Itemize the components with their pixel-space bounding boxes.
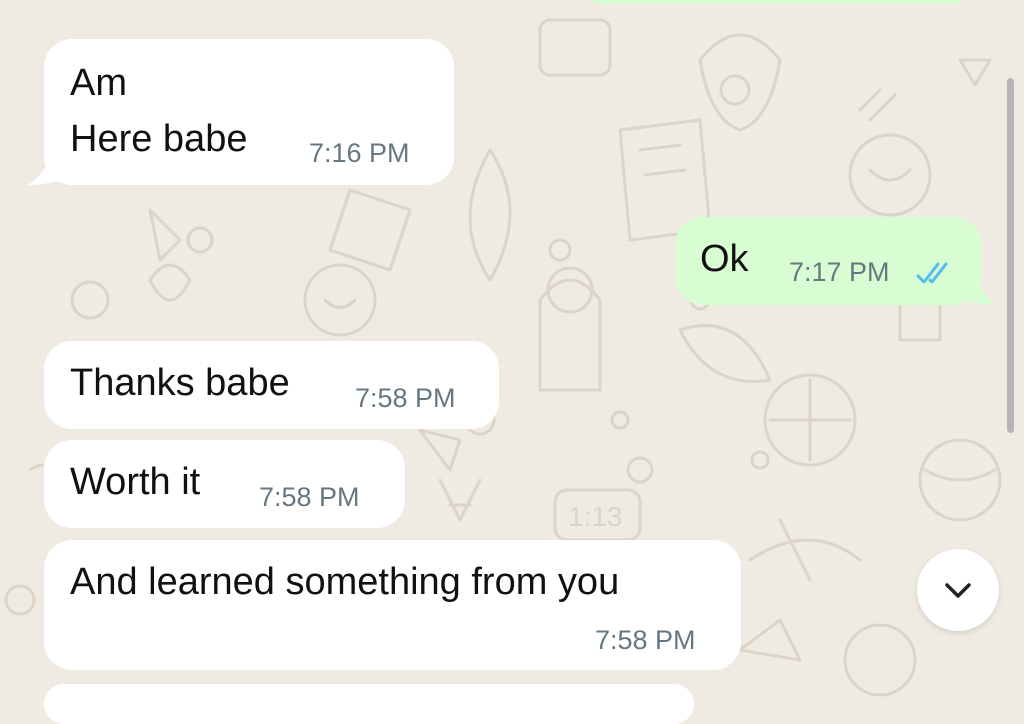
previous-message-bubble-edge xyxy=(585,0,970,4)
chevron-down-icon xyxy=(945,583,971,598)
message-timestamp: 7:58 PM xyxy=(259,482,360,512)
message-text: And learned something from you xyxy=(70,561,620,603)
message-text: Thanks babe xyxy=(70,362,290,404)
message-bubble-outgoing[interactable]: Ok 7:17 PM xyxy=(675,217,997,305)
next-message-bubble-edge xyxy=(44,684,694,724)
scrollbar[interactable] xyxy=(1007,78,1014,433)
message-bubble-incoming[interactable]: Worth it 7:58 PM xyxy=(44,440,405,528)
bubble-tail xyxy=(967,275,997,305)
message-timestamp: 7:16 PM xyxy=(309,138,410,168)
message-text: Ok xyxy=(700,238,749,280)
bubble-tail xyxy=(28,155,58,185)
double-check-icon xyxy=(916,262,948,284)
message-text: Here babe xyxy=(70,118,248,160)
message-text: Am xyxy=(70,62,127,104)
message-bubble-incoming[interactable]: And learned something from you 7:58 PM xyxy=(44,540,741,670)
message-timestamp: 7:58 PM xyxy=(595,625,696,655)
message-bubble-incoming[interactable]: Am Here babe 7:16 PM xyxy=(28,39,454,185)
wallpaper-clock-text: 1:13 xyxy=(568,501,623,532)
scroll-to-bottom-button[interactable] xyxy=(917,549,999,631)
message-timestamp: 7:17 PM xyxy=(789,257,890,287)
message-text: Worth it xyxy=(70,461,201,503)
message-timestamp: 7:58 PM xyxy=(355,383,456,413)
message-bubble-incoming[interactable]: Thanks babe 7:58 PM xyxy=(44,341,499,429)
